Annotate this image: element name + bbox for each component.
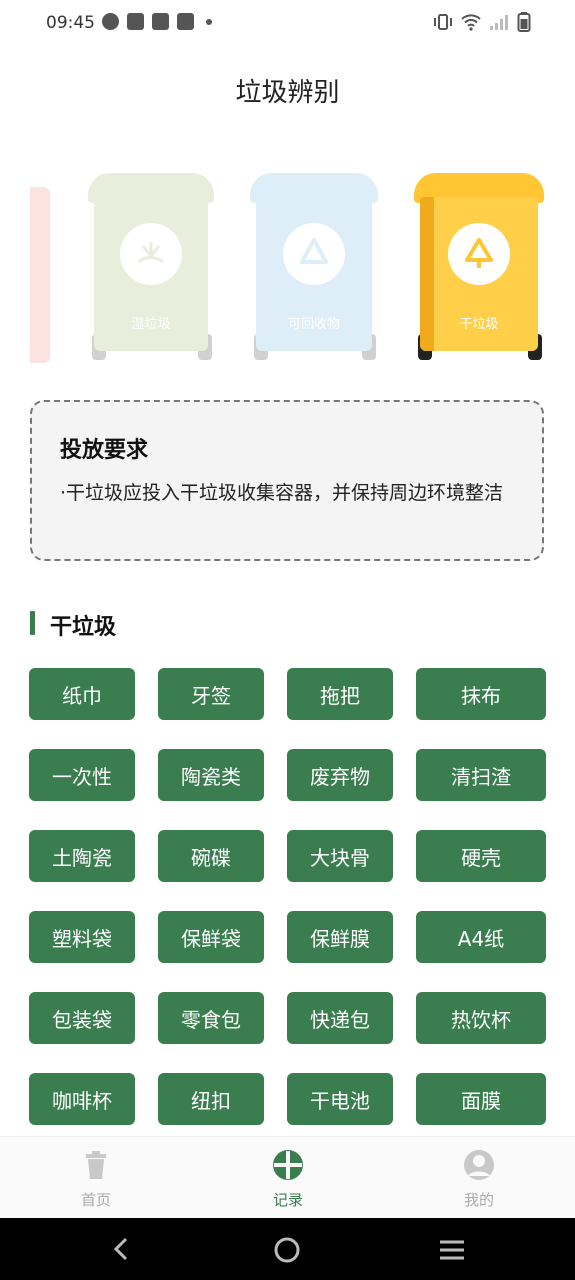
nav-label-record: 记录 — [272, 1191, 303, 1209]
more-dot-icon — [206, 18, 212, 25]
status-notification-icons — [102, 13, 212, 30]
section-accent-bar — [30, 611, 35, 635]
item-tag[interactable]: 干电池 — [287, 1073, 393, 1125]
status-time: 09:45 — [46, 13, 95, 33]
item-tag[interactable]: 纸巾 — [29, 668, 135, 720]
item-tag[interactable]: 硬壳 — [416, 830, 546, 882]
nav-item-home[interactable]: 首页 — [36, 1137, 156, 1219]
item-tag[interactable]: 碗碟 — [158, 830, 264, 882]
wifi-icon — [461, 14, 481, 31]
bin-wet-label: 湿垃圾 — [131, 317, 171, 332]
item-tag[interactable]: 保鲜袋 — [158, 911, 264, 963]
bottom-nav: 首页 记录 我的 — [0, 1136, 575, 1219]
nav-item-mine[interactable]: 我的 — [419, 1137, 539, 1219]
status-system-icons — [433, 12, 531, 32]
bin-recyclable-label: 可回收物 — [287, 317, 340, 332]
back-icon[interactable] — [108, 1236, 134, 1262]
bin-hazardous-partial[interactable] — [30, 173, 50, 363]
food-waste-icon — [120, 223, 182, 285]
shopping-bag-icon — [127, 13, 144, 30]
dry-waste-icon — [448, 223, 510, 285]
section-title: 干垃圾 — [50, 615, 117, 640]
item-tag[interactable]: 纽扣 — [158, 1073, 264, 1125]
nav-label-home: 首页 — [80, 1191, 111, 1209]
bin-wet[interactable]: 湿垃圾 — [88, 173, 214, 360]
gauge-icon — [102, 13, 119, 30]
item-tag[interactable]: 大块骨 — [287, 830, 393, 882]
item-tag[interactable]: 清扫渣 — [416, 749, 546, 801]
trash-bin-icon — [86, 1151, 106, 1179]
item-tag[interactable]: 包装袋 — [29, 992, 135, 1044]
record-circle-icon — [273, 1150, 303, 1180]
item-tag[interactable]: 保鲜膜 — [287, 911, 393, 963]
item-tag[interactable]: 咖啡杯 — [29, 1073, 135, 1125]
item-tag[interactable]: 零食包 — [158, 992, 264, 1044]
status-bar: 09:45 — [0, 0, 575, 48]
bin-carousel[interactable]: 湿垃圾 可回收物 干垃圾 — [0, 165, 575, 365]
disposal-requirement-card: 投放要求 ·干垃圾应投入干垃圾收集容器，并保持周边环境整洁 — [30, 400, 544, 561]
item-tag[interactable]: 牙签 — [158, 668, 264, 720]
requirement-text: ·干垃圾应投入干垃圾收集容器，并保持周边环境整洁 — [60, 482, 504, 504]
item-tag[interactable]: 拖把 — [287, 668, 393, 720]
page-title: 垃圾辨别 — [235, 78, 340, 108]
item-tag[interactable]: 土陶瓷 — [29, 830, 135, 882]
item-tag[interactable]: 废弃物 — [287, 749, 393, 801]
item-tag[interactable]: 面膜 — [416, 1073, 546, 1125]
shopping-bag-icon — [152, 13, 169, 30]
requirement-title: 投放要求 — [60, 438, 149, 463]
bin-dry-label: 干垃圾 — [459, 317, 499, 332]
signal-icon — [490, 15, 508, 30]
item-tag[interactable]: A4纸 — [416, 911, 546, 963]
item-tag[interactable]: 一次性 — [29, 749, 135, 801]
bin-dry[interactable]: 干垃圾 — [414, 173, 544, 360]
shopping-bag-icon — [177, 13, 194, 30]
user-icon — [464, 1150, 494, 1180]
home-icon[interactable] — [272, 1235, 302, 1265]
item-tag[interactable]: 热饮杯 — [416, 992, 546, 1044]
battery-icon — [517, 12, 531, 32]
recents-menu-icon[interactable] — [438, 1238, 466, 1262]
nav-item-record[interactable]: 记录 — [228, 1137, 348, 1219]
item-tag[interactable]: 抹布 — [416, 668, 546, 720]
vibrate-icon — [434, 14, 452, 30]
item-tag[interactable]: 快递包 — [287, 992, 393, 1044]
nav-label-mine: 我的 — [463, 1191, 494, 1209]
system-navigation-bar — [0, 1218, 575, 1280]
recycle-icon — [283, 223, 345, 285]
bin-recyclable[interactable]: 可回收物 — [250, 173, 378, 360]
item-tag[interactable]: 陶瓷类 — [158, 749, 264, 801]
item-tag[interactable]: 塑料袋 — [29, 911, 135, 963]
